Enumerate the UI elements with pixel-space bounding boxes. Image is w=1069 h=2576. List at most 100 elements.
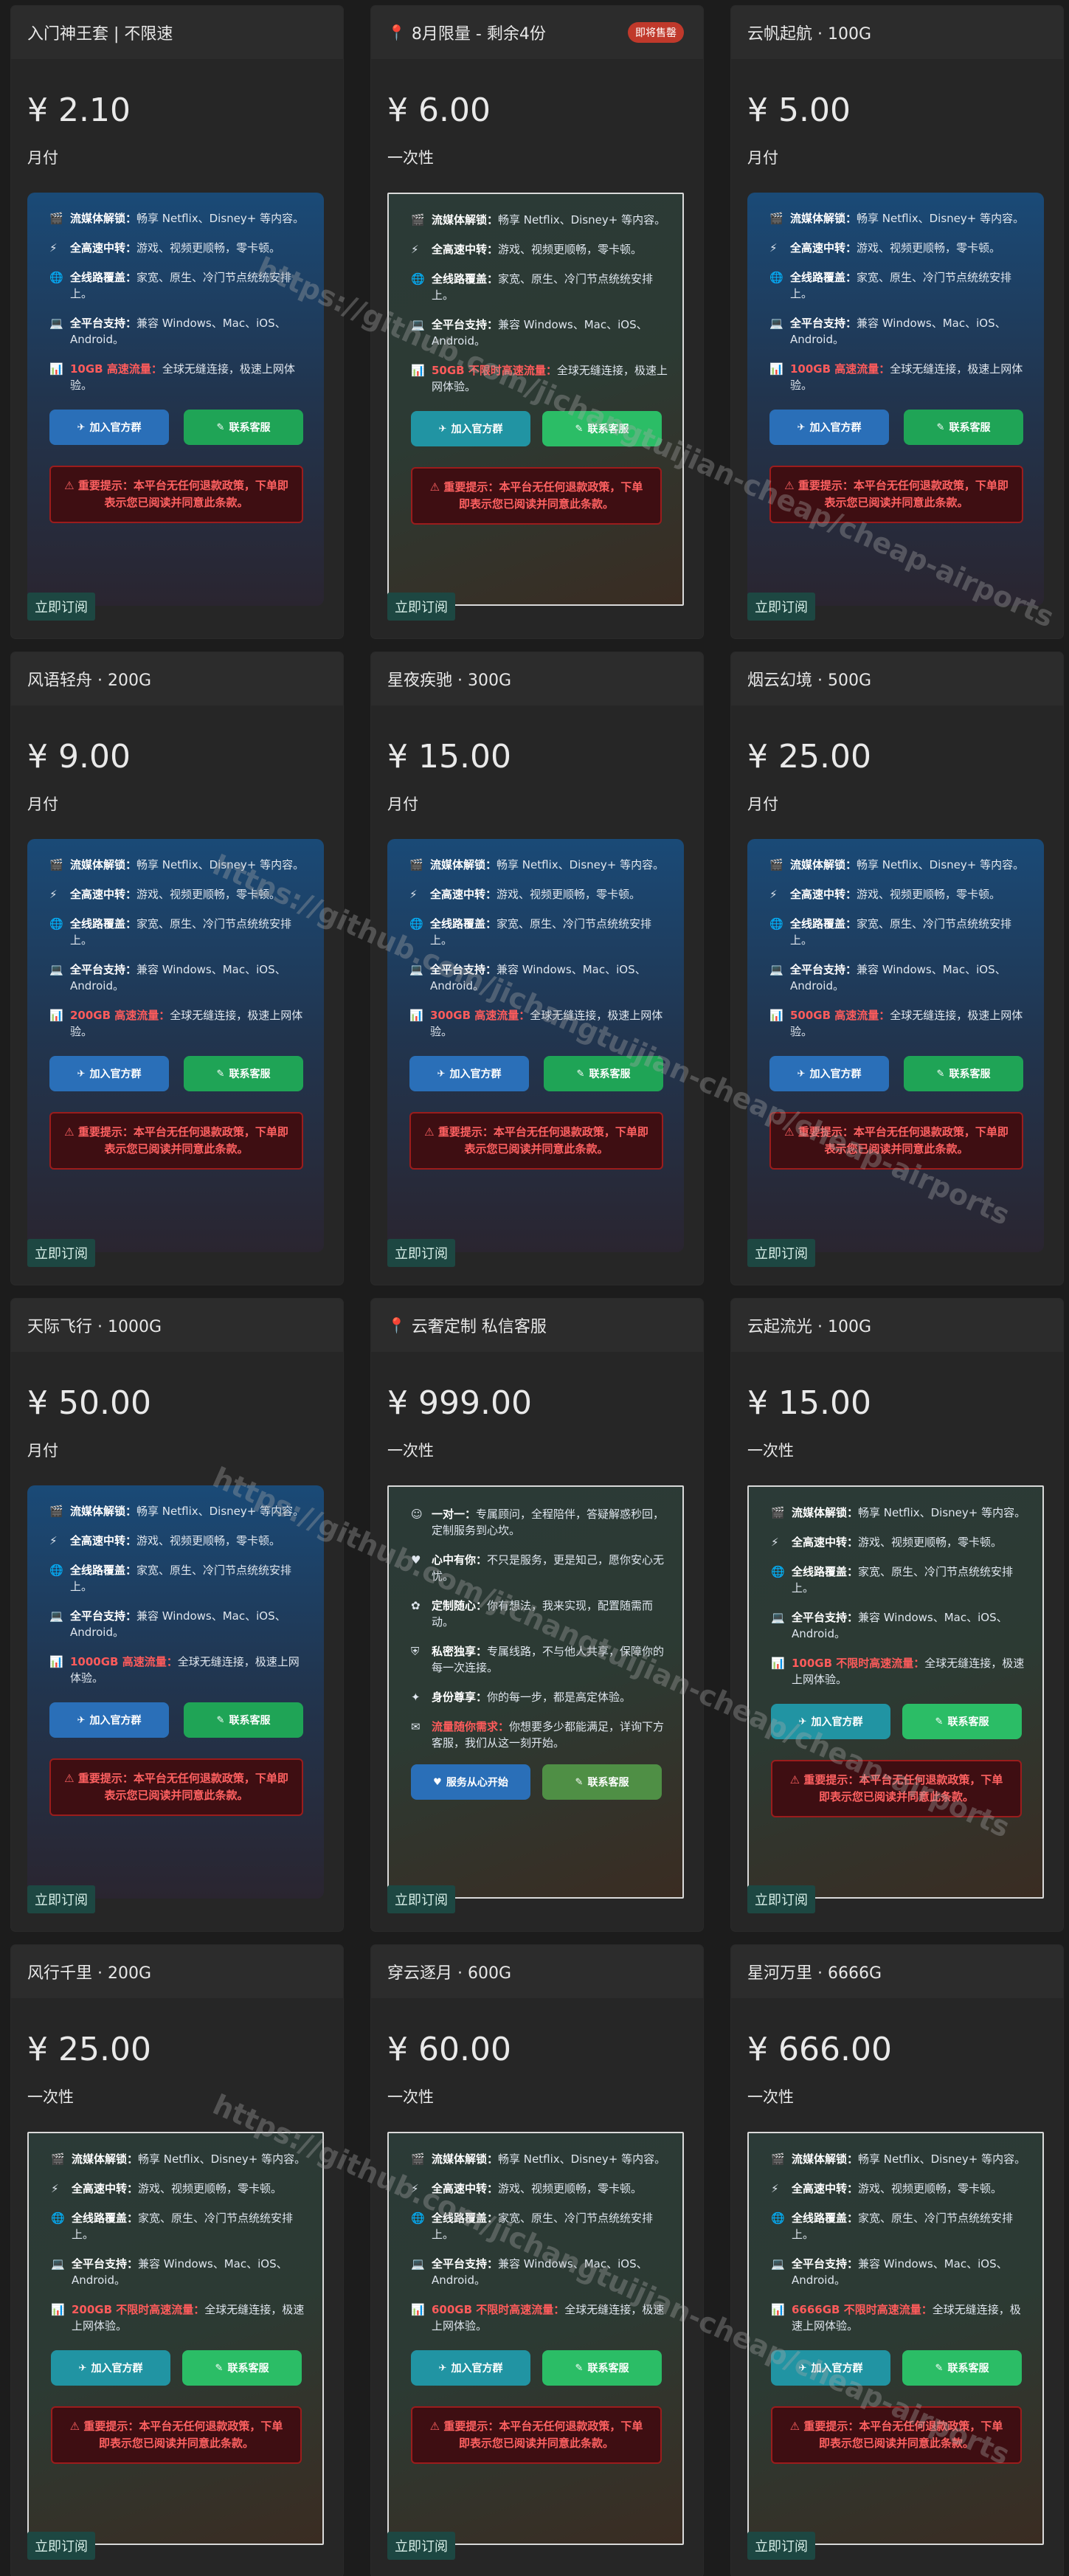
subscribe-button[interactable]: 立即订阅 — [27, 1239, 95, 1267]
subscribe-button[interactable]: 立即订阅 — [27, 1885, 95, 1913]
refund-warning: ⚠ 重要提示：本平台无任何退款政策，下单即表示您已阅读并同意此条款。 — [769, 466, 1023, 523]
contact-service-button[interactable]: ✎ 联系客服 — [902, 2350, 1022, 2386]
leaf-icon: ✿ — [411, 1599, 421, 1612]
join-group-button[interactable]: ✈ 加入官方群 — [49, 410, 169, 445]
plan-card: 云起流光 · 100G ¥ 15.00 一次性 🎬 流媒体解锁：畅享 Netfli… — [731, 1299, 1063, 1931]
feature-label: 500GB 高速流量： — [790, 1009, 890, 1022]
start-service-button[interactable]: ♥ 服务从心开始 — [411, 1764, 530, 1800]
warning-icon: ⚠ — [424, 1125, 438, 1139]
pin-icon: 📍 — [387, 1316, 406, 1334]
contact-service-button[interactable]: ✎ 联系客服 — [904, 1056, 1023, 1091]
contact-service-button[interactable]: ✎ 联系客服 — [182, 2350, 302, 2386]
feature-label: 全平台支持： — [792, 1611, 859, 1624]
join-group-button[interactable]: ✈ 加入官方群 — [49, 1702, 169, 1738]
subscribe-button[interactable]: 立即订阅 — [747, 593, 815, 621]
feature-item: 📊 6666GB 不限时高速流量：全球无缝连接，极速上网体验。 — [771, 2302, 1028, 2334]
feature-item: 💻 全平台支持：兼容 Windows、Mac、iOS、Android。 — [51, 2256, 308, 2288]
feature-item: 📊 50GB 不限时高速流量：全球无缝连接，极速上网体验。 — [411, 362, 668, 395]
feature-label: 全线路覆盖： — [70, 917, 137, 930]
join-group-button[interactable]: ✈ 加入官方群 — [409, 1056, 529, 1091]
laptop-icon: 💻 — [769, 963, 783, 976]
plan-header: 星夜疾驰 · 300G — [371, 652, 703, 705]
bolt-icon: ⚡ — [49, 888, 58, 901]
plan-features-panel: 🎬 流媒体解锁：畅享 Netflix、Disney+ 等内容。 ⚡ 全高速中转：… — [747, 193, 1044, 606]
subscribe-button[interactable]: 立即订阅 — [747, 1239, 815, 1267]
refund-warning: ⚠ 重要提示：本平台无任何退款政策，下单即表示您已阅读并同意此条款。 — [411, 2406, 662, 2464]
film-icon: 🎬 — [49, 212, 63, 225]
film-icon: 🎬 — [409, 858, 423, 871]
feature-label: 流媒体解锁： — [432, 213, 499, 227]
rocket-icon: ✈ — [798, 2362, 807, 2374]
contact-service-button[interactable]: ✎ 联系客服 — [902, 1704, 1022, 1739]
subscribe-button[interactable]: 立即订阅 — [27, 2532, 95, 2560]
join-group-button[interactable]: ✈ 加入官方群 — [411, 2350, 530, 2386]
join-group-button[interactable]: ✈ 加入官方群 — [51, 2350, 170, 2386]
feature-item: 🌐 全线路覆盖：家宽、原生、冷门节点统统安排上。 — [49, 269, 309, 302]
contact-service-button[interactable]: ✎ 联系客服 — [904, 410, 1023, 445]
feature-item: 📊 500GB 高速流量：全球无缝连接，极速上网体验。 — [769, 1007, 1029, 1040]
chart-icon: 📊 — [771, 2303, 785, 2316]
globe-icon: 🌐 — [411, 272, 425, 286]
feature-label: 全线路覆盖： — [70, 1564, 137, 1577]
feature-item: 💻 全平台支持：兼容 Windows、Mac、iOS、Android。 — [409, 961, 669, 994]
warning-icon: ⚠ — [64, 479, 78, 492]
feature-label: 50GB 不限时高速流量： — [432, 364, 557, 377]
join-group-button[interactable]: ✈ 加入官方群 — [411, 411, 530, 446]
plan-card: 风行千里 · 200G ¥ 25.00 一次性 🎬 流媒体解锁：畅享 Netfli… — [11, 1945, 343, 2576]
plan-header: 云帆起航 · 100G — [731, 6, 1063, 59]
contact-service-button[interactable]: ✎ 联系客服 — [544, 1056, 663, 1091]
globe-icon: 🌐 — [769, 917, 783, 930]
laptop-icon: 💻 — [771, 2257, 785, 2271]
feature-item: ⚡ 全高速中转：游戏、视频更顺畅，零卡顿。 — [51, 2180, 308, 2197]
globe-icon: 🌐 — [411, 2211, 425, 2225]
join-group-button[interactable]: ✈ 加入官方群 — [771, 2350, 890, 2386]
subscribe-button[interactable]: 立即订阅 — [387, 593, 455, 621]
plan-price: ¥ 25.00 — [747, 738, 871, 776]
feature-item: 📊 100GB 高速流量：全球无缝连接，极速上网体验。 — [769, 361, 1029, 393]
bolt-icon: ⚡ — [409, 888, 418, 901]
subscribe-button[interactable]: 立即订阅 — [27, 593, 95, 621]
contact-service-button[interactable]: ✎ 联系客服 — [542, 411, 662, 446]
feature-item: 🎬 流媒体解锁：畅享 Netflix、Disney+ 等内容。 — [49, 857, 309, 873]
subscribe-button[interactable]: 立即订阅 — [747, 2532, 815, 2560]
feature-label: 流媒体解锁： — [430, 858, 497, 871]
plan-card: 云帆起航 · 100G ¥ 5.00 月付 🎬 流媒体解锁：畅享 Netflix、… — [731, 6, 1063, 638]
contact-service-button[interactable]: ✎ 联系客服 — [184, 1702, 303, 1738]
subscribe-button[interactable]: 立即订阅 — [387, 2532, 455, 2560]
feature-item: 📊 200GB 不限时高速流量：全球无缝连接，极速上网体验。 — [51, 2302, 308, 2334]
chat-icon: ✎ — [575, 1776, 584, 1788]
join-group-button[interactable]: ✈ 加入官方群 — [769, 410, 889, 445]
contact-service-button[interactable]: ✎ 联系客服 — [542, 1764, 662, 1800]
rocket-icon: ✈ — [77, 1068, 86, 1080]
subscribe-button[interactable]: 立即订阅 — [747, 1885, 815, 1913]
join-group-button[interactable]: ✈ 加入官方群 — [49, 1056, 169, 1091]
join-group-button[interactable]: ✈ 加入官方群 — [769, 1056, 889, 1091]
feature-label: 流媒体解锁： — [70, 1505, 137, 1518]
plan-title: 云帆起航 · 100G — [747, 25, 872, 44]
contact-service-button[interactable]: ✎ 联系客服 — [184, 1056, 303, 1091]
plan-title: 烟云幻境 · 500G — [747, 671, 872, 690]
plan-price: ¥ 6.00 — [387, 91, 491, 129]
feature-item: 🌐 全线路覆盖：家宽、原生、冷门节点统统安排上。 — [769, 269, 1029, 302]
refund-warning: ⚠ 重要提示：本平台无任何退款政策，下单即表示您已阅读并同意此条款。 — [771, 2406, 1022, 2464]
plan-card: 烟云幻境 · 500G ¥ 25.00 月付 🎬 流媒体解锁：畅享 Netflix… — [731, 652, 1063, 1285]
feature-item: 💻 全平台支持：兼容 Windows、Mac、iOS、Android。 — [411, 2256, 668, 2288]
feature-label: 流媒体解锁： — [70, 212, 137, 225]
feature-label: 全线路覆盖： — [792, 2211, 859, 2225]
feature-label: 流媒体解锁： — [70, 858, 137, 871]
feature-text: 畅享 Netflix、Disney+ 等内容。 — [857, 212, 1025, 225]
contact-service-button[interactable]: ✎ 联系客服 — [542, 2350, 662, 2386]
warning-icon: ⚠ — [784, 1125, 798, 1139]
plan-title: 入门神王套 | 不限速 — [27, 25, 173, 44]
feature-label: 全高速中转： — [432, 2182, 499, 2195]
feature-item: 🌐 全线路覆盖：家宽、原生、冷门节点统统安排上。 — [49, 1562, 309, 1595]
subscribe-button[interactable]: 立即订阅 — [387, 1239, 455, 1267]
subscribe-button[interactable]: 立即订阅 — [387, 1885, 455, 1913]
feature-label: 全高速中转： — [792, 2182, 859, 2195]
contact-service-button[interactable]: ✎ 联系客服 — [184, 410, 303, 445]
join-group-button[interactable]: ✈ 加入官方群 — [771, 1704, 890, 1739]
feature-text: 畅享 Netflix、Disney+ 等内容。 — [136, 212, 305, 225]
plan-header: 风行千里 · 200G — [11, 1945, 343, 1998]
rocket-icon: ✈ — [438, 423, 447, 435]
chat-icon: ✎ — [936, 1068, 945, 1080]
